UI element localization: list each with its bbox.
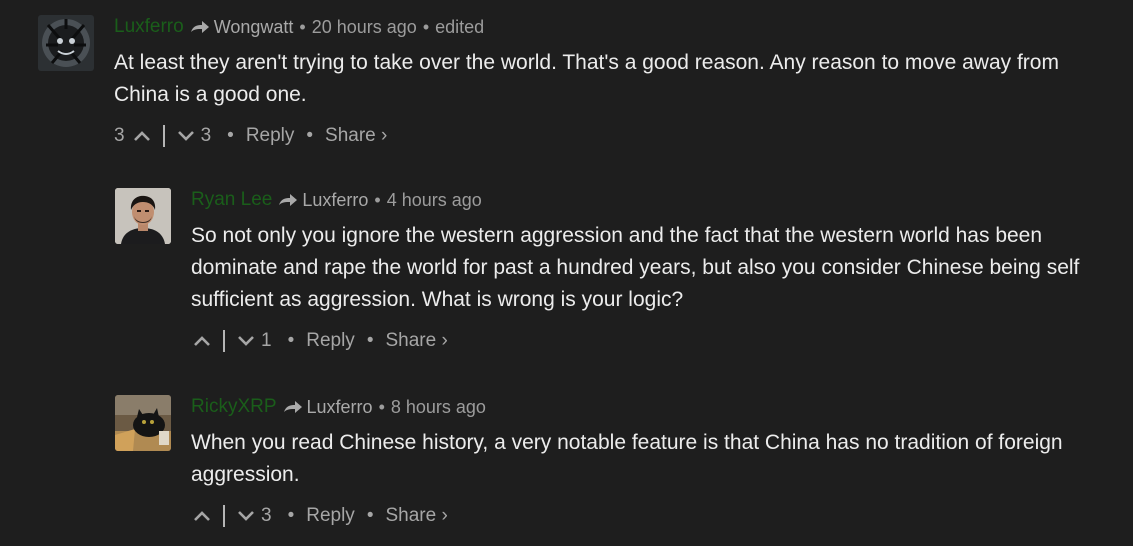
timestamp[interactable]: 4 hours ago <box>387 188 482 212</box>
vote-divider <box>223 505 225 527</box>
upvote-icon[interactable] <box>133 130 151 142</box>
comment-item: Ryan Lee Luxferro • 4 hours ago So not o… <box>115 188 1125 354</box>
share-button[interactable]: Share › <box>325 125 387 147</box>
parent-author-link[interactable]: Luxferro <box>307 395 373 419</box>
meta-separator: • <box>378 397 385 417</box>
downvote-count: 3 <box>261 505 272 526</box>
parent-author-link[interactable]: Luxferro <box>302 188 368 212</box>
timestamp[interactable]: 8 hours ago <box>391 395 486 419</box>
comment-text: At least they aren't trying to take over… <box>114 51 1059 106</box>
author-link[interactable]: RickyXRP <box>191 395 277 419</box>
reply-button[interactable]: Reply <box>306 330 355 352</box>
comment-item: RickyXRP Luxferro • 8 hours ago When you… <box>115 395 1125 529</box>
avatar[interactable] <box>115 188 171 244</box>
comment-meta: Luxferro Wongwatt • 20 hours ago • edite… <box>114 15 1094 39</box>
upvote-count: 3 <box>114 125 125 146</box>
comment-item: Luxferro Wongwatt • 20 hours ago • edite… <box>38 15 1118 149</box>
comment-actions: 3 • Reply • Share › <box>191 503 1126 529</box>
upvote-icon[interactable] <box>193 510 211 522</box>
downvote-count: 3 <box>200 125 212 146</box>
reply-button[interactable]: Reply <box>246 125 295 147</box>
share-button[interactable]: Share › <box>385 505 447 527</box>
comment-text: So not only you ignore the western aggre… <box>191 224 1080 311</box>
timestamp[interactable]: 20 hours ago <box>312 15 417 39</box>
comment-meta: Ryan Lee Luxferro • 4 hours ago <box>191 188 1121 212</box>
comment-actions: 1 • Reply • Share › <box>191 328 1121 354</box>
action-separator: • <box>366 330 374 351</box>
action-separator: • <box>306 125 314 146</box>
action-separator: • <box>227 125 234 146</box>
man-photo-avatar-icon <box>115 188 171 244</box>
downvote-count: 1 <box>261 330 272 351</box>
meta-separator: • <box>422 17 430 37</box>
edited-label: edited <box>435 17 485 37</box>
parent-author-link[interactable]: Wongwatt <box>214 15 294 39</box>
comment-meta: RickyXRP Luxferro • 8 hours ago <box>191 395 1126 419</box>
author-link[interactable]: Luxferro <box>114 15 184 39</box>
upvote-icon[interactable] <box>193 335 211 347</box>
vote-divider <box>223 330 225 352</box>
comment-text: When you read Chinese history, a very no… <box>191 431 1063 486</box>
downvote-icon[interactable] <box>237 510 255 522</box>
reply-arrow-icon <box>190 21 209 33</box>
downvote-icon[interactable] <box>237 335 255 347</box>
downvote-icon[interactable] <box>177 130 195 142</box>
meta-separator: • <box>374 190 381 210</box>
action-separator: • <box>287 330 295 351</box>
reply-button[interactable]: Reply <box>306 505 355 527</box>
author-link[interactable]: Ryan Lee <box>191 188 272 212</box>
action-separator: • <box>287 505 295 526</box>
vote-divider <box>162 125 165 147</box>
comment-actions: 3 3 • Reply • Share › <box>114 123 1094 149</box>
cat-photo-avatar-icon <box>115 395 171 451</box>
reply-arrow-icon <box>283 401 302 413</box>
dark-creature-avatar-icon <box>38 15 94 71</box>
reply-arrow-icon <box>279 194 298 206</box>
share-button[interactable]: Share › <box>385 330 447 352</box>
meta-separator: • <box>299 17 306 37</box>
action-separator: • <box>366 505 374 526</box>
avatar[interactable] <box>38 15 94 71</box>
avatar[interactable] <box>115 395 171 451</box>
